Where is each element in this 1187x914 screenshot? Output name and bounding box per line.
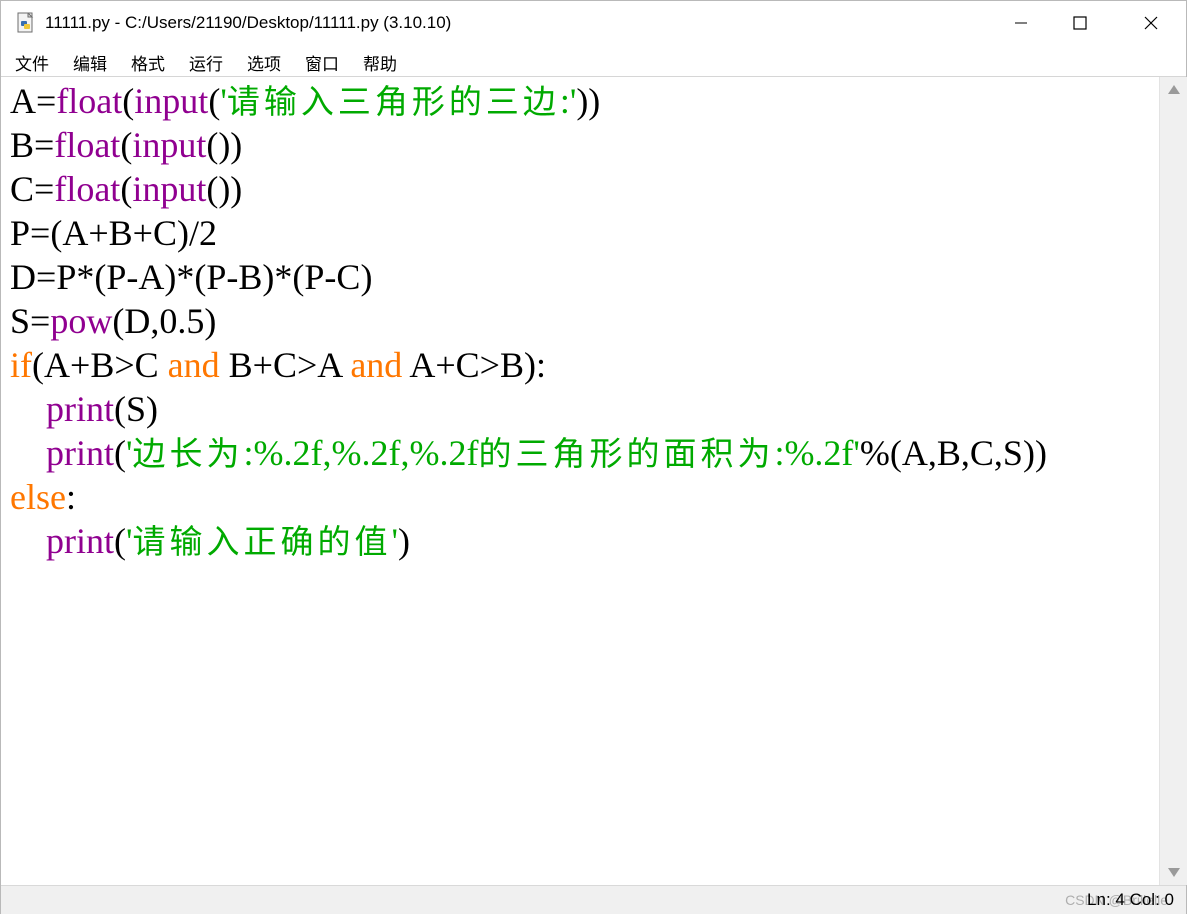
maximize-button[interactable]: [1045, 1, 1115, 45]
code-line[interactable]: C=float(input()): [10, 167, 1047, 211]
code-line[interactable]: print('边长为:%.2f,%.2f,%.2f的三角形的面积为:%.2f'%…: [10, 431, 1047, 475]
scroll-up-icon[interactable]: [1168, 85, 1180, 94]
python-file-icon: [15, 12, 37, 34]
menu-run[interactable]: 运行: [189, 50, 223, 75]
code-line[interactable]: A=float(input('请输入三角形的三边:')): [10, 79, 1047, 123]
menu-options[interactable]: 选项: [247, 50, 281, 75]
title-bar[interactable]: 11111.py - C:/Users/21190/Desktop/11111.…: [1, 1, 1186, 45]
maximize-icon: [1072, 15, 1088, 31]
status-bar: CSDN @Brillelle Ln: 4 Col: 0: [1, 885, 1186, 914]
window-title: 11111.py - C:/Users/21190/Desktop/11111.…: [45, 13, 452, 32]
code-line[interactable]: if(A+B>C and B+C>A and A+C>B):: [10, 343, 1047, 387]
code-line[interactable]: D=P*(P-A)*(P-B)*(P-C): [10, 255, 1047, 299]
idle-editor-window: 11111.py - C:/Users/21190/Desktop/11111.…: [0, 0, 1187, 914]
scroll-down-icon[interactable]: [1168, 868, 1180, 877]
menu-bar: 文件 编辑 格式 运行 选项 窗口 帮助: [1, 45, 1186, 77]
code-line[interactable]: P=(A+B+C)/2: [10, 211, 1047, 255]
code-text[interactable]: A=float(input('请输入三角形的三边:')) B=float(inpu…: [10, 79, 1047, 563]
close-icon: [1143, 15, 1159, 31]
vertical-scrollbar[interactable]: [1159, 77, 1187, 885]
close-button[interactable]: [1116, 1, 1186, 45]
code-line[interactable]: print(S): [10, 387, 1047, 431]
minimize-icon: [1013, 15, 1029, 31]
menu-window[interactable]: 窗口: [305, 50, 339, 75]
menu-help[interactable]: 帮助: [363, 50, 397, 75]
code-line[interactable]: print('请输入正确的值'): [10, 519, 1047, 563]
code-editor[interactable]: A=float(input('请输入三角形的三边:')) B=float(inpu…: [5, 77, 1157, 885]
menu-format[interactable]: 格式: [131, 50, 165, 75]
code-line[interactable]: B=float(input()): [10, 123, 1047, 167]
menu-file[interactable]: 文件: [15, 50, 49, 75]
code-line[interactable]: else:: [10, 475, 1047, 519]
menu-edit[interactable]: 编辑: [73, 50, 107, 75]
code-line[interactable]: S=pow(D,0.5): [10, 299, 1047, 343]
cursor-position: Ln: 4 Col: 0: [1087, 890, 1174, 909]
